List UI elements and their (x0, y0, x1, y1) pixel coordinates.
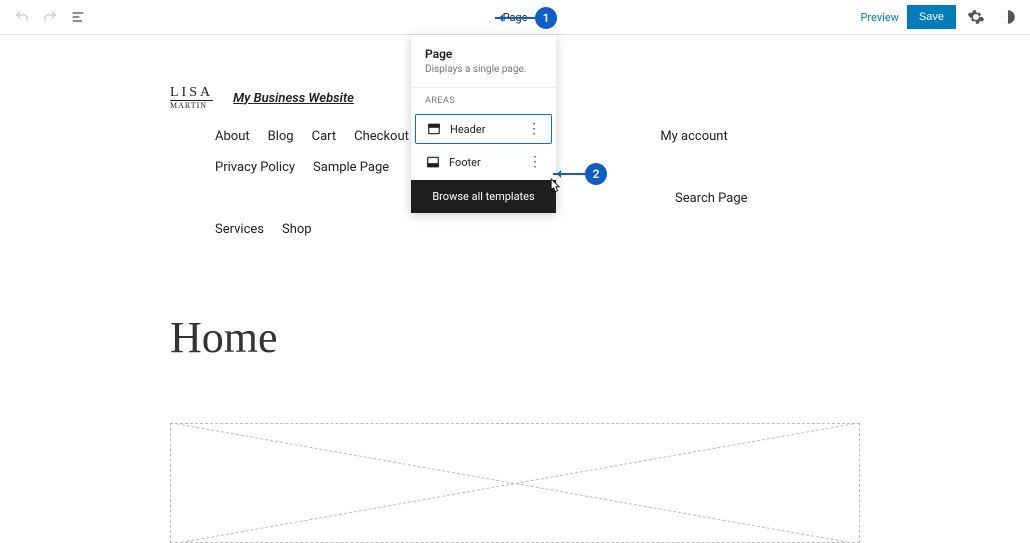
dropdown-section-label: AREAS (411, 88, 556, 110)
annotation-2: 2 (553, 163, 607, 185)
block-placeholder[interactable] (170, 423, 860, 543)
toolbar-left (10, 5, 90, 29)
dropdown-header: Page Displays a single page. (411, 35, 556, 88)
dropdown-item-label: Header (450, 123, 485, 136)
nav-item[interactable]: Privacy Policy (215, 160, 295, 175)
dropdown-title: Page (425, 47, 542, 61)
site-title[interactable]: My Business Website (233, 91, 354, 106)
preview-link[interactable]: Preview (860, 11, 898, 24)
nav-item[interactable]: Checkout (354, 129, 409, 144)
site-logo[interactable]: LISA MARTIN (170, 85, 213, 111)
save-button[interactable]: Save (907, 5, 956, 29)
settings-icon[interactable] (964, 5, 988, 29)
page-title[interactable]: Home (170, 312, 860, 363)
styles-icon[interactable] (996, 5, 1020, 29)
footer-area-icon (425, 154, 441, 170)
toolbar-right: Preview Save (860, 5, 1020, 29)
redo-icon[interactable] (38, 5, 62, 29)
more-icon[interactable]: ⋮ (528, 154, 542, 170)
nav-item[interactable]: Services (215, 222, 264, 237)
annotation-arrow-icon (495, 17, 535, 19)
nav-item[interactable]: Sample Page (313, 160, 389, 175)
nav-item[interactable]: Search Page (675, 191, 748, 206)
header-area-icon (426, 121, 442, 137)
dropdown-item-header[interactable]: Header ⋮ (415, 114, 552, 144)
dropdown-item-label: Footer (449, 156, 481, 169)
annotation-1: 1 (495, 7, 557, 29)
nav-item[interactable]: Shop (282, 222, 312, 237)
more-icon[interactable]: ⋮ (527, 121, 541, 137)
logo-last: MARTIN (170, 100, 213, 111)
template-dropdown: Page Displays a single page. AREAS Heade… (411, 35, 556, 213)
annotation-arrow-icon (553, 173, 585, 175)
nav-item[interactable]: About (215, 129, 250, 144)
dropdown-description: Displays a single page. (425, 64, 542, 75)
list-view-icon[interactable] (66, 5, 90, 29)
logo-first: LISA (170, 85, 213, 100)
annotation-badge: 2 (585, 163, 607, 185)
nav-item[interactable]: Blog (268, 129, 294, 144)
annotation-badge: 1 (535, 7, 557, 29)
browse-all-templates[interactable]: Browse all templates (411, 180, 556, 213)
nav-item[interactable]: Cart (312, 129, 337, 144)
nav-item[interactable]: My account (660, 129, 727, 144)
dropdown-item-footer[interactable]: Footer ⋮ (415, 148, 552, 176)
undo-icon[interactable] (10, 5, 34, 29)
